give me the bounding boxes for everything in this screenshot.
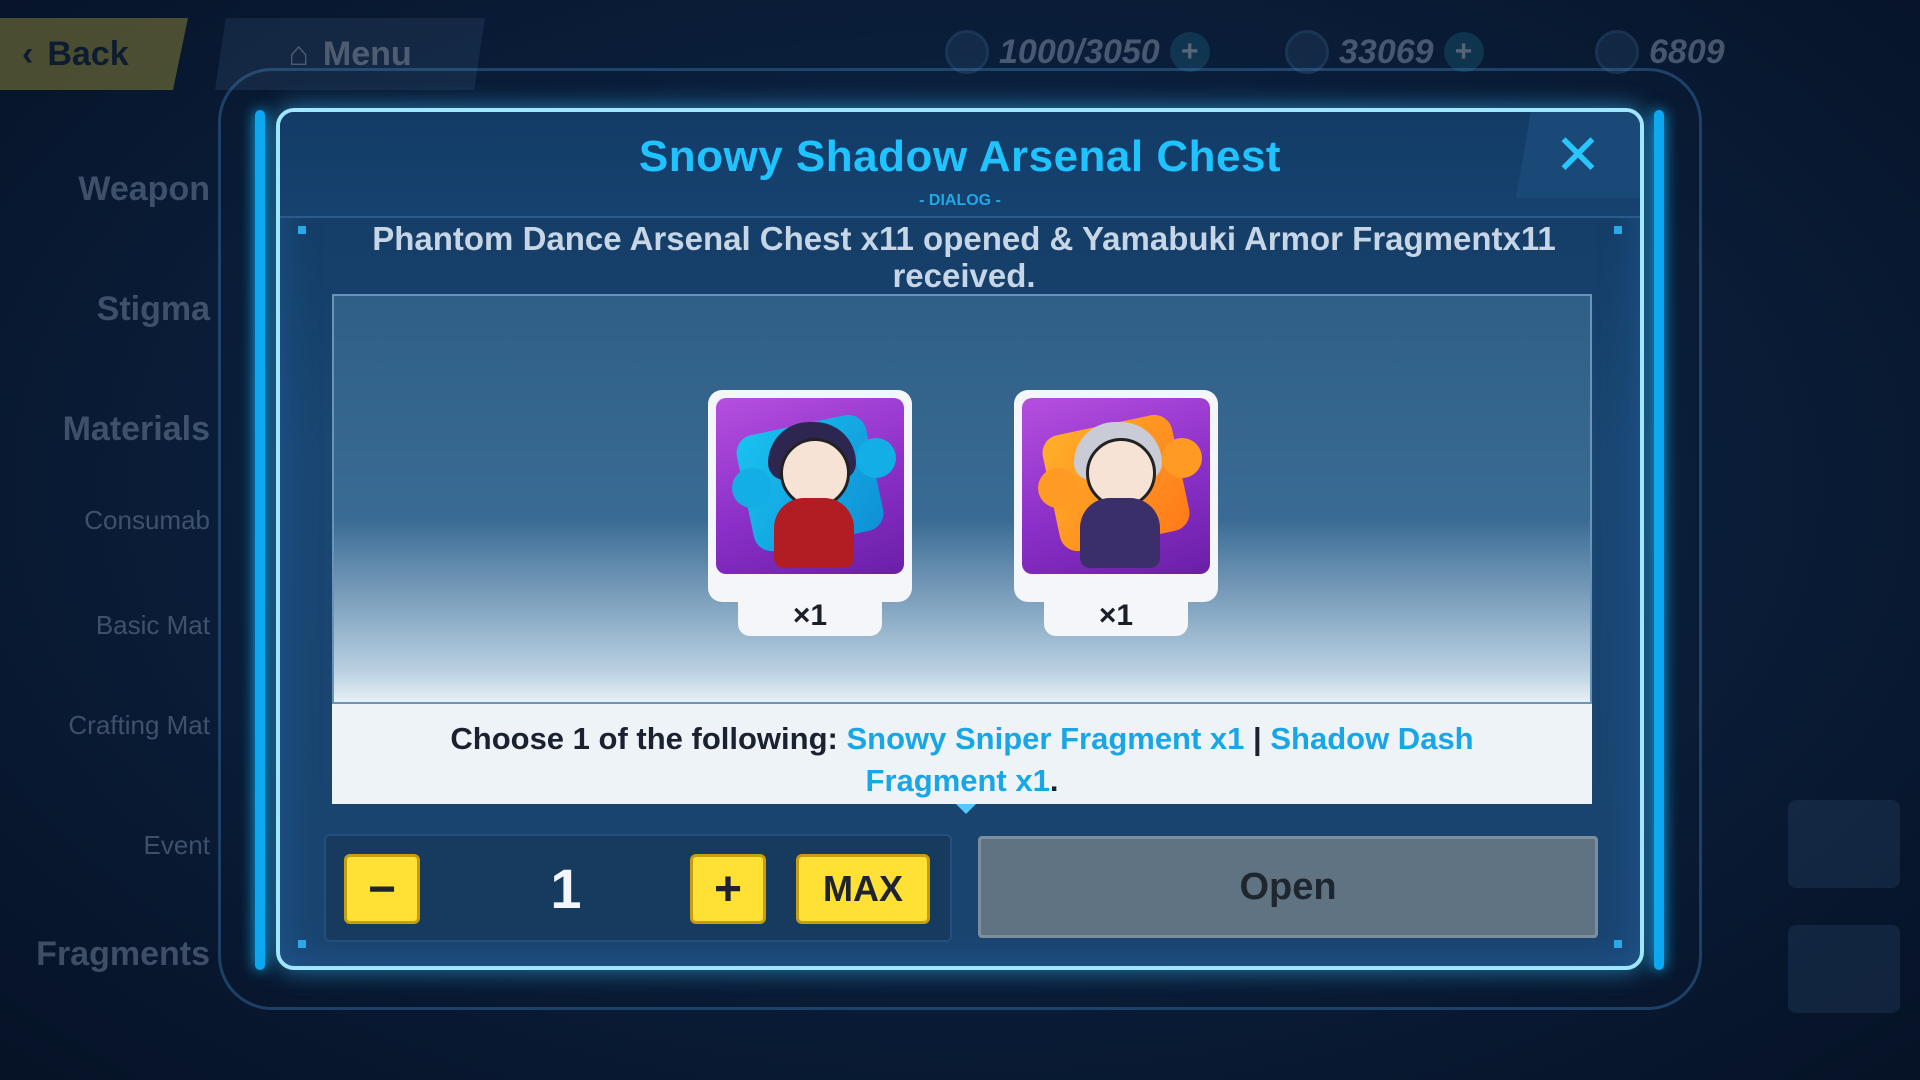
sort-button[interactable]: [1788, 800, 1900, 888]
reward-quantity: ×1: [738, 596, 882, 636]
dialog-subtitle: - DIALOG -: [919, 192, 1001, 209]
sidebar-item-materials[interactable]: Materials: [0, 410, 210, 449]
coin-value: 6809: [1649, 32, 1725, 71]
reward-card-shadow-dash[interactable]: ×1: [1014, 390, 1218, 636]
chevron-left-icon: ‹: [22, 34, 34, 73]
quantity-value: 1: [550, 857, 582, 920]
chest-dialog: Snowy Shadow Arsenal Chest - DIALOG - ✕ …: [276, 108, 1644, 970]
puzzle-knob: [856, 438, 896, 478]
max-button[interactable]: MAX: [796, 854, 930, 924]
corner-dot: [1614, 940, 1622, 948]
sidebar-item-fragments[interactable]: Fragments: [0, 935, 210, 974]
choose-instructions: Choose 1 of the following: Snowy Sniper …: [332, 704, 1592, 804]
sidebar-sub-event[interactable]: Event: [10, 830, 211, 861]
panel-notch: [956, 804, 976, 814]
character-body: [774, 498, 854, 568]
reward-panel: ×1 ×1: [332, 294, 1592, 704]
increase-button[interactable]: +: [690, 854, 766, 924]
minus-icon: −: [367, 862, 397, 916]
result-message: Phantom Dance Arsenal Chest x11 opened &…: [372, 220, 1556, 294]
corner-dot: [298, 940, 306, 948]
choose-option-1[interactable]: Snowy Sniper Fragment x1: [846, 721, 1244, 756]
sidebar-item-stigma[interactable]: Stigma: [0, 290, 210, 329]
corner-dot: [1614, 226, 1622, 234]
close-icon: ✕: [1554, 123, 1602, 186]
sidebar-sub-consumables[interactable]: Consumab: [10, 505, 210, 536]
quantity-stepper: − 1 + MAX: [324, 834, 952, 942]
reward-quantity: ×1: [1044, 596, 1188, 636]
reward-card-snowy-sniper[interactable]: ×1: [708, 390, 912, 636]
add-crystal-button[interactable]: +: [1443, 32, 1484, 72]
sidebar-sub-basic[interactable]: Basic Mat: [10, 610, 210, 641]
corner-dot: [298, 226, 306, 234]
sidebar-item-weapon[interactable]: Weapon: [0, 170, 210, 209]
puzzle-knob: [1038, 468, 1078, 508]
reward-card-frame: [708, 390, 912, 602]
dialog-title: Snowy Shadow Arsenal Chest: [638, 132, 1282, 181]
reward-card-frame: [1014, 390, 1218, 602]
plus-icon: +: [713, 862, 743, 916]
dialog-glow-left: [255, 110, 265, 970]
puzzle-knob: [1162, 438, 1202, 478]
back-button[interactable]: ‹ Back: [0, 18, 188, 90]
fragment-puzzle-icon: [1022, 398, 1210, 574]
sidebar-sub-crafting[interactable]: Crafting Mat: [10, 710, 210, 741]
bag-button[interactable]: [1788, 925, 1900, 1013]
dialog-glow-right: [1654, 110, 1664, 970]
fragment-puzzle-icon: [716, 398, 904, 574]
stamina-value: 1000/3050: [999, 32, 1160, 71]
character-body: [1080, 498, 1160, 568]
back-label: Back: [47, 34, 129, 73]
decrease-button[interactable]: −: [344, 854, 420, 924]
close-button[interactable]: ✕: [1516, 112, 1640, 198]
open-button[interactable]: Open: [978, 836, 1598, 938]
choose-suffix: .: [1049, 763, 1059, 798]
crystal-value: 33069: [1339, 32, 1434, 71]
puzzle-knob: [732, 468, 772, 508]
choose-prefix: Choose 1 of the following:: [450, 721, 838, 756]
add-stamina-button[interactable]: +: [1169, 32, 1210, 72]
choose-separator: |: [1253, 721, 1262, 756]
